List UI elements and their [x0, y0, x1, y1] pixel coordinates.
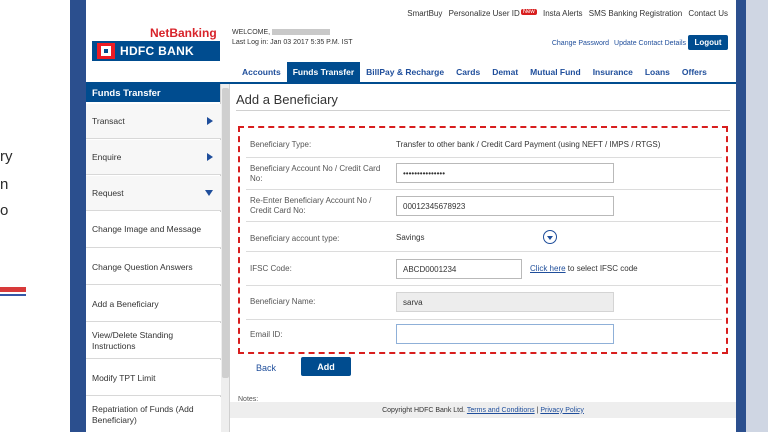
- tab-demat[interactable]: Demat: [486, 62, 524, 82]
- beneficiary-name-input[interactable]: sarva: [396, 292, 614, 312]
- welcome-info: WELCOME, Last Log in: Jan 03 2017 5:35 P…: [232, 28, 353, 48]
- hdfc-logo-text: HDFC BANK: [120, 44, 195, 58]
- reenter-account-no-input[interactable]: 00012345678923: [396, 196, 614, 216]
- ifsc-helper: Click here to select IFSC code: [530, 264, 638, 273]
- email-label: Email ID:: [250, 330, 283, 339]
- back-link[interactable]: Back: [256, 363, 276, 373]
- footer: Copyright HDFC Bank Ltd. Terms and Condi…: [230, 402, 736, 418]
- account-type-dropdown-icon[interactable]: [543, 230, 557, 244]
- sidebar: Funds Transfer Transact Enquire Request …: [86, 84, 221, 432]
- sidebar-scrollbar-thumb[interactable]: [222, 88, 229, 378]
- top-utility-links: SmartBuy Personalize User ID New Insta Al…: [403, 9, 728, 18]
- tab-cards[interactable]: Cards: [450, 62, 486, 82]
- footer-copyright: Copyright HDFC Bank Ltd.: [382, 406, 465, 414]
- reenter-account-no-label: Re-Enter Beneficiary Account No / Credit…: [250, 196, 372, 215]
- new-badge: New: [520, 9, 537, 15]
- tab-loans[interactable]: Loans: [639, 62, 676, 82]
- tab-mutual-fund[interactable]: Mutual Fund: [524, 62, 587, 82]
- ifsc-helper-text: to select IFSC code: [565, 264, 638, 273]
- footer-separator: |: [536, 406, 539, 414]
- window-edge: [746, 0, 768, 432]
- slide-text-fragment: n: [0, 176, 9, 193]
- sidebar-item-transact[interactable]: Transact: [86, 104, 221, 139]
- hdfc-bank-logo: HDFC BANK: [92, 41, 220, 61]
- form-row-account-type: Beneficiary account type: Savings: [246, 222, 722, 252]
- arrow-right-icon: [207, 153, 213, 161]
- tab-insurance[interactable]: Insurance: [587, 62, 639, 82]
- slide-background: ry n o: [0, 0, 70, 432]
- link-contact-us[interactable]: Contact Us: [688, 9, 728, 18]
- beneficiary-type-label: Beneficiary Type:: [250, 140, 312, 149]
- tab-billpay-recharge[interactable]: BillPay & Recharge: [360, 62, 450, 82]
- account-type-label: Beneficiary account type:: [250, 234, 340, 243]
- link-personalize-user-id[interactable]: Personalize User ID New: [449, 9, 537, 18]
- account-no-label: Beneficiary Account No / Credit Card No:: [250, 164, 381, 183]
- account-no-input[interactable]: •••••••••••••••: [396, 163, 614, 183]
- form-row-email: Email ID:: [246, 320, 722, 350]
- change-password-link[interactable]: Change Password: [552, 40, 609, 47]
- logout-button[interactable]: Logout: [688, 35, 728, 50]
- arrow-down-icon: [205, 190, 213, 196]
- last-login-text: Last Log in: Jan 03 2017 5:35 P.M. IST: [232, 39, 353, 46]
- hdfc-logo-icon: [97, 43, 115, 59]
- netbanking-page: SmartBuy Personalize User ID New Insta Al…: [86, 0, 736, 432]
- sidebar-item-label: Request: [92, 188, 124, 198]
- link-label: Personalize User ID: [448, 9, 520, 18]
- form-row-beneficiary-type: Beneficiary Type: Transfer to other bank…: [246, 132, 722, 158]
- email-input[interactable]: [396, 324, 614, 344]
- beneficiary-form-highlight: Beneficiary Type: Transfer to other bank…: [238, 126, 728, 354]
- sidebar-item-enquire[interactable]: Enquire: [86, 140, 221, 175]
- main-nav: Accounts Funds Transfer BillPay & Rechar…: [236, 62, 713, 82]
- beneficiary-name-label: Beneficiary Name:: [250, 297, 316, 306]
- slide-flag-stripe: [0, 294, 26, 296]
- sidebar-item-view-delete-standing-instructions[interactable]: View/Delete Standing Instructions: [86, 323, 221, 359]
- title-divider: [236, 110, 730, 111]
- main-content: Add a Beneficiary Beneficiary Type: Tran…: [236, 84, 730, 432]
- sidebar-item-change-question-answers[interactable]: Change Question Answers: [86, 249, 221, 285]
- form-row-ifsc: IFSC Code: ABCD0001234 Click here to sel…: [246, 252, 722, 286]
- account-type-value: Savings: [396, 233, 425, 242]
- ifsc-lookup-link[interactable]: Click here: [530, 264, 566, 273]
- sidebar-scrollbar[interactable]: [221, 84, 230, 432]
- form-row-account-no: Beneficiary Account No / Credit Card No:…: [246, 158, 722, 190]
- tab-funds-transfer[interactable]: Funds Transfer: [286, 62, 361, 82]
- header-links: Change Password Update Contact Details: [549, 40, 686, 47]
- tab-offers[interactable]: Offers: [676, 62, 713, 82]
- form-row-beneficiary-name: Beneficiary Name: sarva: [246, 286, 722, 320]
- sidebar-item-label: Transact: [92, 116, 125, 126]
- netbanking-wordmark: NetBanking: [150, 26, 217, 40]
- sidebar-item-add-beneficiary[interactable]: Add a Beneficiary: [86, 286, 221, 322]
- welcome-label: WELCOME,: [232, 29, 271, 36]
- update-contact-details-link[interactable]: Update Contact Details: [614, 40, 686, 47]
- ifsc-label: IFSC Code:: [250, 264, 292, 273]
- sidebar-item-label: Enquire: [92, 152, 122, 162]
- sidebar-item-change-image[interactable]: Change Image and Message: [86, 212, 221, 248]
- sidebar-header: Funds Transfer: [86, 84, 220, 102]
- browser-window: SmartBuy Personalize User ID New Insta Al…: [70, 0, 746, 432]
- link-sms-banking-registration[interactable]: SMS Banking Registration: [589, 9, 682, 18]
- beneficiary-type-value: Transfer to other bank / Credit Card Pay…: [396, 140, 661, 149]
- slide-text-fragment: o: [0, 202, 9, 219]
- add-button[interactable]: Add: [301, 357, 351, 376]
- slide-text-fragment: ry: [0, 148, 13, 165]
- link-smartbuy[interactable]: SmartBuy: [407, 9, 442, 18]
- terms-link[interactable]: Terms and Conditions: [467, 407, 535, 414]
- page-title: Add a Beneficiary: [236, 92, 338, 107]
- slide-flag-stripe: [0, 287, 26, 292]
- redacted-user-name: [272, 29, 331, 36]
- form-row-reenter-account-no: Re-Enter Beneficiary Account No / Credit…: [246, 190, 722, 222]
- ifsc-input[interactable]: ABCD0001234: [396, 259, 522, 279]
- privacy-link[interactable]: Privacy Policy: [540, 407, 584, 414]
- link-insta-alerts[interactable]: Insta Alerts: [543, 9, 583, 18]
- sidebar-item-request[interactable]: Request: [86, 176, 221, 211]
- sidebar-item-modify-tpt-limit[interactable]: Modify TPT Limit: [86, 360, 221, 396]
- sidebar-item-repatriation-of-funds[interactable]: Repatriation of Funds (Add Beneficiary): [86, 397, 221, 432]
- tab-accounts[interactable]: Accounts: [236, 62, 287, 82]
- arrow-right-icon: [207, 117, 213, 125]
